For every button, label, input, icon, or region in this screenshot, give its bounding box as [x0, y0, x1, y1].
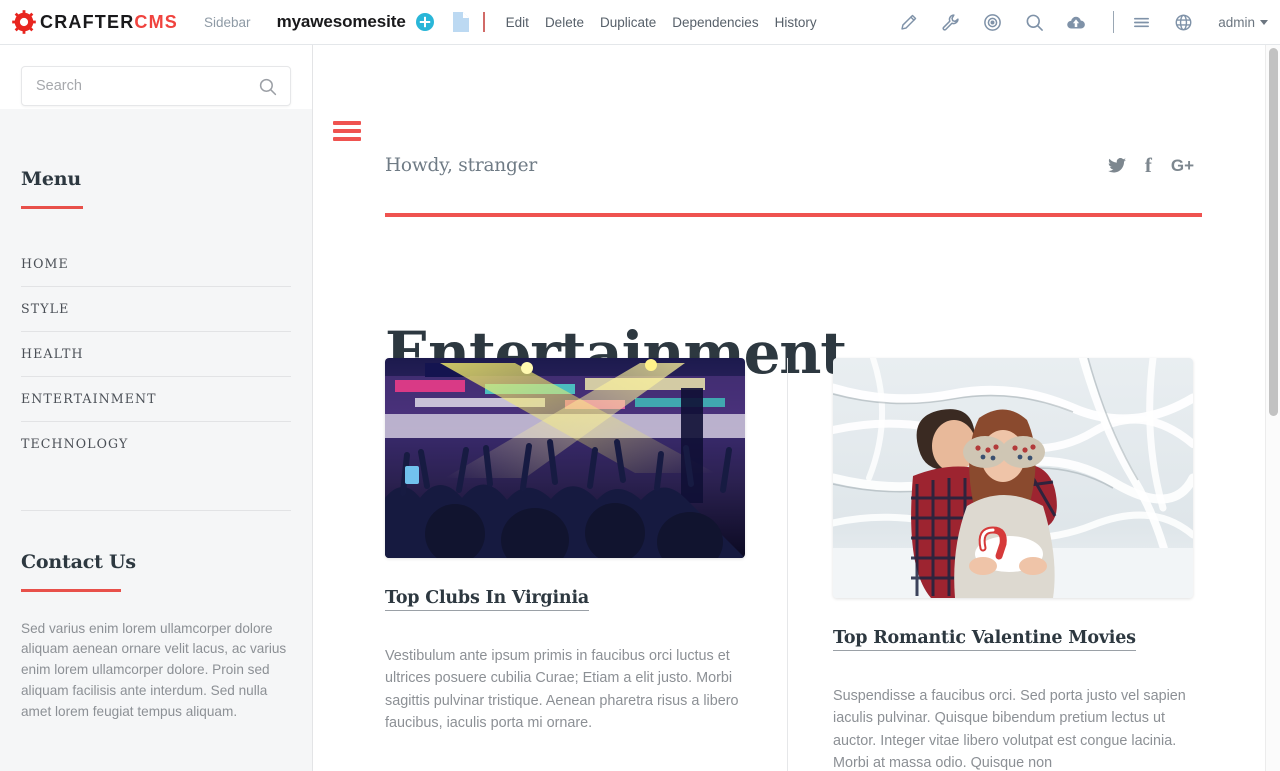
sidebar-body: Menu HOME STYLE HEALTH ENTERTAINMENT TEC…	[0, 168, 312, 723]
twitter-icon[interactable]	[1107, 158, 1126, 173]
wrench-icon[interactable]	[940, 12, 960, 32]
context-menu-items: Edit Delete Duplicate Dependencies Histo…	[498, 15, 825, 30]
social-links: f G+	[1107, 155, 1194, 176]
target-icon[interactable]	[982, 12, 1002, 32]
hamburger-bar	[333, 121, 361, 125]
logo-wordmark: CRAFTERCMS	[40, 12, 178, 33]
article-card: Top Clubs In Virginia Vestibulum ante ip…	[385, 358, 787, 771]
chevron-down-icon	[1260, 19, 1268, 25]
sidebar-divider	[21, 509, 291, 511]
sidebar-item-style[interactable]: STYLE	[21, 287, 291, 332]
cloud-upload-icon[interactable]	[1066, 12, 1086, 32]
google-plus-icon[interactable]: G+	[1171, 157, 1194, 174]
nightclub-concert-crowd-photo[interactable]	[385, 358, 745, 558]
article-body: Vestibulum ante ipsum primis in faucibus…	[385, 647, 739, 732]
hamburger-bar	[333, 129, 361, 133]
search-input[interactable]	[22, 67, 290, 105]
search-magnifier-icon[interactable]	[258, 77, 278, 102]
sidebar-search-zone	[0, 45, 312, 109]
article-grid: Top Clubs In Virginia Vestibulum ante ip…	[385, 358, 1208, 771]
search-box[interactable]	[21, 66, 291, 106]
article-title[interactable]: Top Romantic Valentine Movies	[833, 628, 1136, 651]
facebook-icon[interactable]: f	[1145, 155, 1152, 176]
page-file-icon[interactable]	[452, 12, 469, 32]
menu-item-dependencies[interactable]: Dependencies	[664, 15, 766, 30]
menu-item-duplicate[interactable]: Duplicate	[592, 15, 664, 30]
logo-cms-text: CMS	[134, 11, 179, 32]
sidebar-item-technology[interactable]: TECHNOLOGY	[21, 422, 291, 466]
article-card: Top Romantic Valentine Movies Suspendiss…	[787, 358, 1193, 771]
sidebar-item-health[interactable]: HEALTH	[21, 332, 291, 377]
sidebar-toggle-button[interactable]: Sidebar	[204, 15, 251, 30]
hamburger-bar	[333, 137, 361, 141]
article-title[interactable]: Top Clubs In Virginia	[385, 588, 589, 611]
menu-heading: Menu	[21, 168, 81, 190]
sidebar-item-home[interactable]: HOME	[21, 242, 291, 287]
contact-heading-rule	[21, 588, 121, 592]
search-icon[interactable]	[1024, 12, 1044, 32]
menu-heading-rule	[21, 205, 83, 209]
pencil-icon[interactable]	[898, 12, 918, 32]
plus-circle-icon[interactable]	[415, 13, 434, 31]
greeting-text: Howdy, stranger	[385, 155, 538, 176]
site-sidebar: Menu HOME STYLE HEALTH ENTERTAINMENT TEC…	[0, 45, 313, 771]
globe-help-icon[interactable]	[1173, 12, 1193, 32]
menu-item-delete[interactable]: Delete	[537, 15, 592, 30]
toolbar-divider	[482, 12, 485, 32]
article-body: Suspendisse a faucibus orci. Sed porta j…	[833, 687, 1186, 771]
vertical-scrollbar[interactable]	[1265, 45, 1280, 771]
hamburger-menu-icon[interactable]	[1131, 12, 1151, 32]
site-nav-list: HOME STYLE HEALTH ENTERTAINMENT TECHNOLO…	[21, 242, 291, 466]
sidebar-item-entertainment[interactable]: ENTERTAINMENT	[21, 377, 291, 422]
toolbar-actions: admin	[887, 11, 1280, 33]
contact-text: Sed varius enim lorem ullamcorper dolore…	[21, 620, 287, 719]
gear-icon	[12, 10, 36, 34]
logo-crafter-text: CRAFTER	[40, 11, 135, 32]
site-name-label[interactable]: myawesomesite	[277, 12, 406, 32]
contact-heading: Contact Us	[21, 550, 136, 573]
scrollbar-thumb[interactable]	[1269, 48, 1278, 416]
header-red-rule	[385, 213, 1202, 217]
user-account-menu[interactable]: admin	[1218, 15, 1268, 30]
user-account-label: admin	[1218, 14, 1255, 30]
winter-couple-snow-photo[interactable]	[833, 358, 1193, 598]
menu-item-edit[interactable]: Edit	[498, 15, 537, 30]
toolbar-divider-right	[1113, 11, 1115, 33]
craftercms-logo[interactable]: CRAFTERCMS	[0, 0, 178, 45]
greeting-row: Howdy, stranger f G+	[385, 155, 1194, 177]
hamburger-menu-icon[interactable]	[333, 121, 361, 141]
menu-item-history[interactable]: History	[767, 15, 825, 30]
page-preview: Howdy, stranger f G+ Entertainment Top C…	[313, 45, 1280, 771]
application-toolbar: CRAFTERCMS Sidebar myawesomesite Edit De…	[0, 0, 1280, 45]
